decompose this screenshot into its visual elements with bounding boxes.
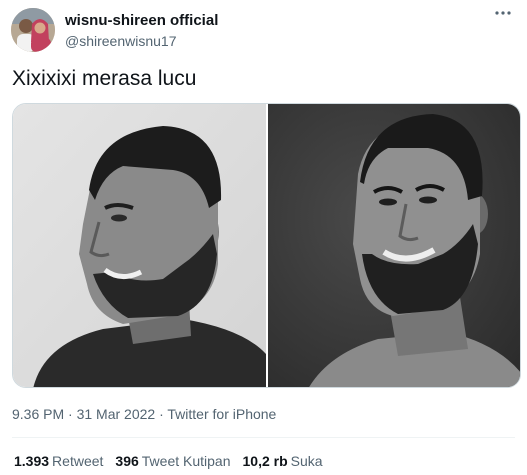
likes-stat[interactable]: 10,2 rb Suka bbox=[243, 452, 323, 470]
tweet-card: wisnu-shireen official @shireenwisnu17 X… bbox=[0, 0, 527, 475]
more-horizontal-icon[interactable] bbox=[491, 8, 515, 28]
quotes-stat[interactable]: 396 Tweet Kutipan bbox=[115, 452, 230, 470]
quotes-label: Tweet Kutipan bbox=[141, 453, 231, 469]
tweet-media[interactable] bbox=[12, 103, 521, 388]
meta-separator: · bbox=[155, 406, 168, 422]
avatar[interactable] bbox=[11, 8, 55, 52]
retweets-label: Retweet bbox=[52, 453, 104, 469]
meta-separator: · bbox=[64, 406, 77, 422]
likes-label: Suka bbox=[290, 453, 323, 469]
retweets-stat[interactable]: 1.393 Retweet bbox=[14, 452, 103, 470]
tweet-time[interactable]: 9.36 PM bbox=[12, 406, 64, 422]
tweet-date[interactable]: 31 Mar 2022 bbox=[77, 406, 156, 422]
author-info: wisnu-shireen official @shireenwisnu17 bbox=[65, 12, 218, 50]
likes-count: 10,2 rb bbox=[242, 453, 288, 469]
author-handle[interactable]: @shireenwisnu17 bbox=[65, 32, 218, 50]
retweets-count: 1.393 bbox=[14, 453, 50, 469]
tweet-meta: 9.36 PM · 31 Mar 2022 · Twitter for iPho… bbox=[12, 405, 276, 423]
tweet-stats: 1.393 Retweet 396 Tweet Kutipan 10,2 rb Suk… bbox=[14, 452, 323, 470]
divider bbox=[12, 437, 515, 438]
tweet-text: Xixixixi merasa lucu bbox=[12, 67, 197, 90]
media-photo-right[interactable] bbox=[268, 104, 521, 388]
author-display-name[interactable]: wisnu-shireen official bbox=[65, 12, 218, 30]
tweet-source[interactable]: Twitter for iPhone bbox=[167, 406, 276, 422]
media-photo-left[interactable] bbox=[13, 104, 266, 388]
quotes-count: 396 bbox=[115, 453, 139, 469]
